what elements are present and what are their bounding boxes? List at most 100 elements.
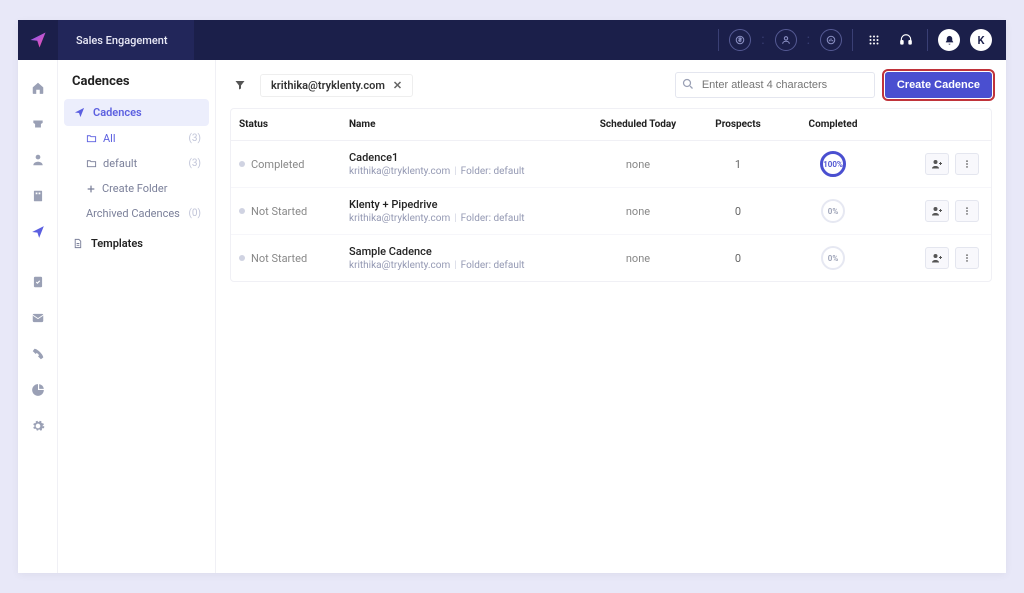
filter-chip-label: krithika@tryklenty.com: [271, 79, 385, 92]
document-icon: [72, 238, 83, 249]
rail-settings[interactable]: [24, 412, 52, 440]
divider: [852, 29, 853, 51]
completed-cell: 0%: [783, 246, 883, 270]
name-cell: Cadence1krithika@tryklenty.com|Folder: d…: [349, 151, 583, 177]
progress-ring: 0%: [821, 199, 845, 223]
folder-icon: [86, 133, 97, 144]
scheduled-cell: none: [583, 205, 693, 218]
analytics-icon[interactable]: [820, 29, 842, 51]
sidebar-folder-default[interactable]: default (3): [58, 151, 215, 176]
scheduled-cell: none: [583, 158, 693, 171]
add-prospect-button[interactable]: [925, 247, 949, 269]
folder-label: default: [103, 157, 137, 170]
rail-home[interactable]: [24, 74, 52, 102]
add-prospect-button[interactable]: [925, 200, 949, 222]
row-menu-button[interactable]: [955, 247, 979, 269]
divider: [927, 29, 928, 51]
divider: [718, 29, 719, 51]
row-menu-button[interactable]: [955, 153, 979, 175]
status-text: Not Started: [251, 252, 307, 265]
cadence-owner-email: krithika@tryklenty.com: [349, 260, 450, 271]
add-person-icon: [931, 205, 943, 217]
topbar-actions: : : K: [718, 29, 1006, 51]
kebab-icon: [962, 205, 972, 217]
avatar-initial: K: [978, 34, 985, 47]
progress-ring: 100%: [820, 151, 846, 177]
table-row[interactable]: Not Started Sample Cadence krithika@trykle…: [231, 235, 991, 281]
actions-cell: [883, 153, 983, 175]
divider: :: [807, 32, 810, 48]
status-cell: Not Started: [239, 252, 349, 265]
credits-icon[interactable]: [729, 29, 751, 51]
folder-count: (3): [188, 133, 201, 144]
rail-mail[interactable]: [24, 304, 52, 332]
topbar: Sales Engagement : :: [18, 20, 1006, 60]
sidebar-item-label: Cadences: [93, 106, 142, 119]
status-cell: Not Started: [239, 205, 349, 218]
sidebar-item-templates[interactable]: Templates: [58, 230, 215, 257]
completed-cell: 100%: [783, 151, 883, 177]
search-input[interactable]: [675, 72, 875, 98]
status-text: Completed: [251, 158, 304, 171]
dialpad-icon[interactable]: [863, 29, 885, 51]
table-row[interactable]: Completed Cadence1krithika@tryklenty.com|…: [231, 141, 991, 188]
rail-accounts[interactable]: [24, 182, 52, 210]
table-header: Status Name Scheduled Today Prospects Co…: [231, 109, 991, 141]
kebab-icon: [962, 158, 972, 170]
remove-filter-button[interactable]: ✕: [393, 79, 402, 92]
user-profile-icon[interactable]: [775, 29, 797, 51]
filter-chip: krithika@tryklenty.com ✕: [260, 74, 413, 97]
col-scheduled: Scheduled Today: [583, 119, 693, 130]
rail-inbox[interactable]: [24, 110, 52, 138]
folder-count: (3): [188, 158, 201, 169]
kebab-icon: [962, 252, 972, 264]
sidebar-folder-all[interactable]: All (3): [58, 126, 215, 151]
avatar-button[interactable]: K: [970, 29, 992, 51]
sidebar-archived[interactable]: Archived Cadences (0): [58, 201, 215, 226]
sidebar-item-cadences[interactable]: Cadences: [64, 99, 209, 126]
status-dot-icon: [239, 208, 245, 214]
actions-cell: [883, 247, 983, 269]
rail-calls[interactable]: [24, 340, 52, 368]
status-dot-icon: [239, 255, 245, 261]
row-menu-button[interactable]: [955, 200, 979, 222]
table-row[interactable]: Not Started Klenty + Pipedrive krithika@tr…: [231, 188, 991, 235]
cadence-name: Sample Cadence: [349, 245, 583, 258]
col-status: Status: [239, 119, 349, 130]
cadence-name: Klenty + Pipedrive: [349, 198, 583, 211]
col-completed: Completed: [783, 119, 883, 130]
app-window: Sales Engagement : :: [18, 20, 1006, 573]
search-wrap: [675, 72, 875, 98]
add-person-icon: [931, 252, 943, 264]
search-icon: [682, 78, 694, 90]
cadence-folder: Folder: default: [461, 213, 525, 224]
actions-cell: [883, 200, 983, 222]
completed-cell: 0%: [783, 199, 883, 223]
rail-reports[interactable]: [24, 376, 52, 404]
create-cadence-button[interactable]: Create Cadence: [885, 72, 992, 98]
cadence-table: Status Name Scheduled Today Prospects Co…: [230, 108, 992, 282]
sidebar-create-folder[interactable]: Create Folder: [58, 176, 215, 201]
add-prospect-button[interactable]: [925, 153, 949, 175]
scheduled-cell: none: [583, 252, 693, 265]
cadence-owner-email: krithika@tryklenty.com: [349, 213, 450, 224]
icon-rail: [18, 60, 58, 573]
rail-prospects[interactable]: [24, 146, 52, 174]
headset-icon[interactable]: [895, 29, 917, 51]
name-cell: Sample Cadencekrithika@tryklenty.com|Fol…: [349, 245, 583, 271]
plus-icon: [86, 184, 96, 194]
sidebar-title: Cadences: [58, 68, 215, 99]
status-dot-icon: [239, 161, 245, 167]
rail-tasks[interactable]: [24, 268, 52, 296]
prospects-cell: 0: [693, 205, 783, 218]
filter-button[interactable]: [230, 75, 250, 95]
rail-cadences[interactable]: [24, 218, 52, 246]
cadence-folder: Folder: default: [461, 260, 525, 271]
cadence-name: Cadence1: [349, 151, 583, 164]
status-text: Not Started: [251, 205, 307, 218]
filter-icon: [234, 79, 246, 91]
notifications-button[interactable]: [938, 29, 960, 51]
folder-label: Create Folder: [102, 182, 167, 195]
logo-box[interactable]: [18, 20, 58, 60]
col-name: Name: [349, 119, 583, 130]
